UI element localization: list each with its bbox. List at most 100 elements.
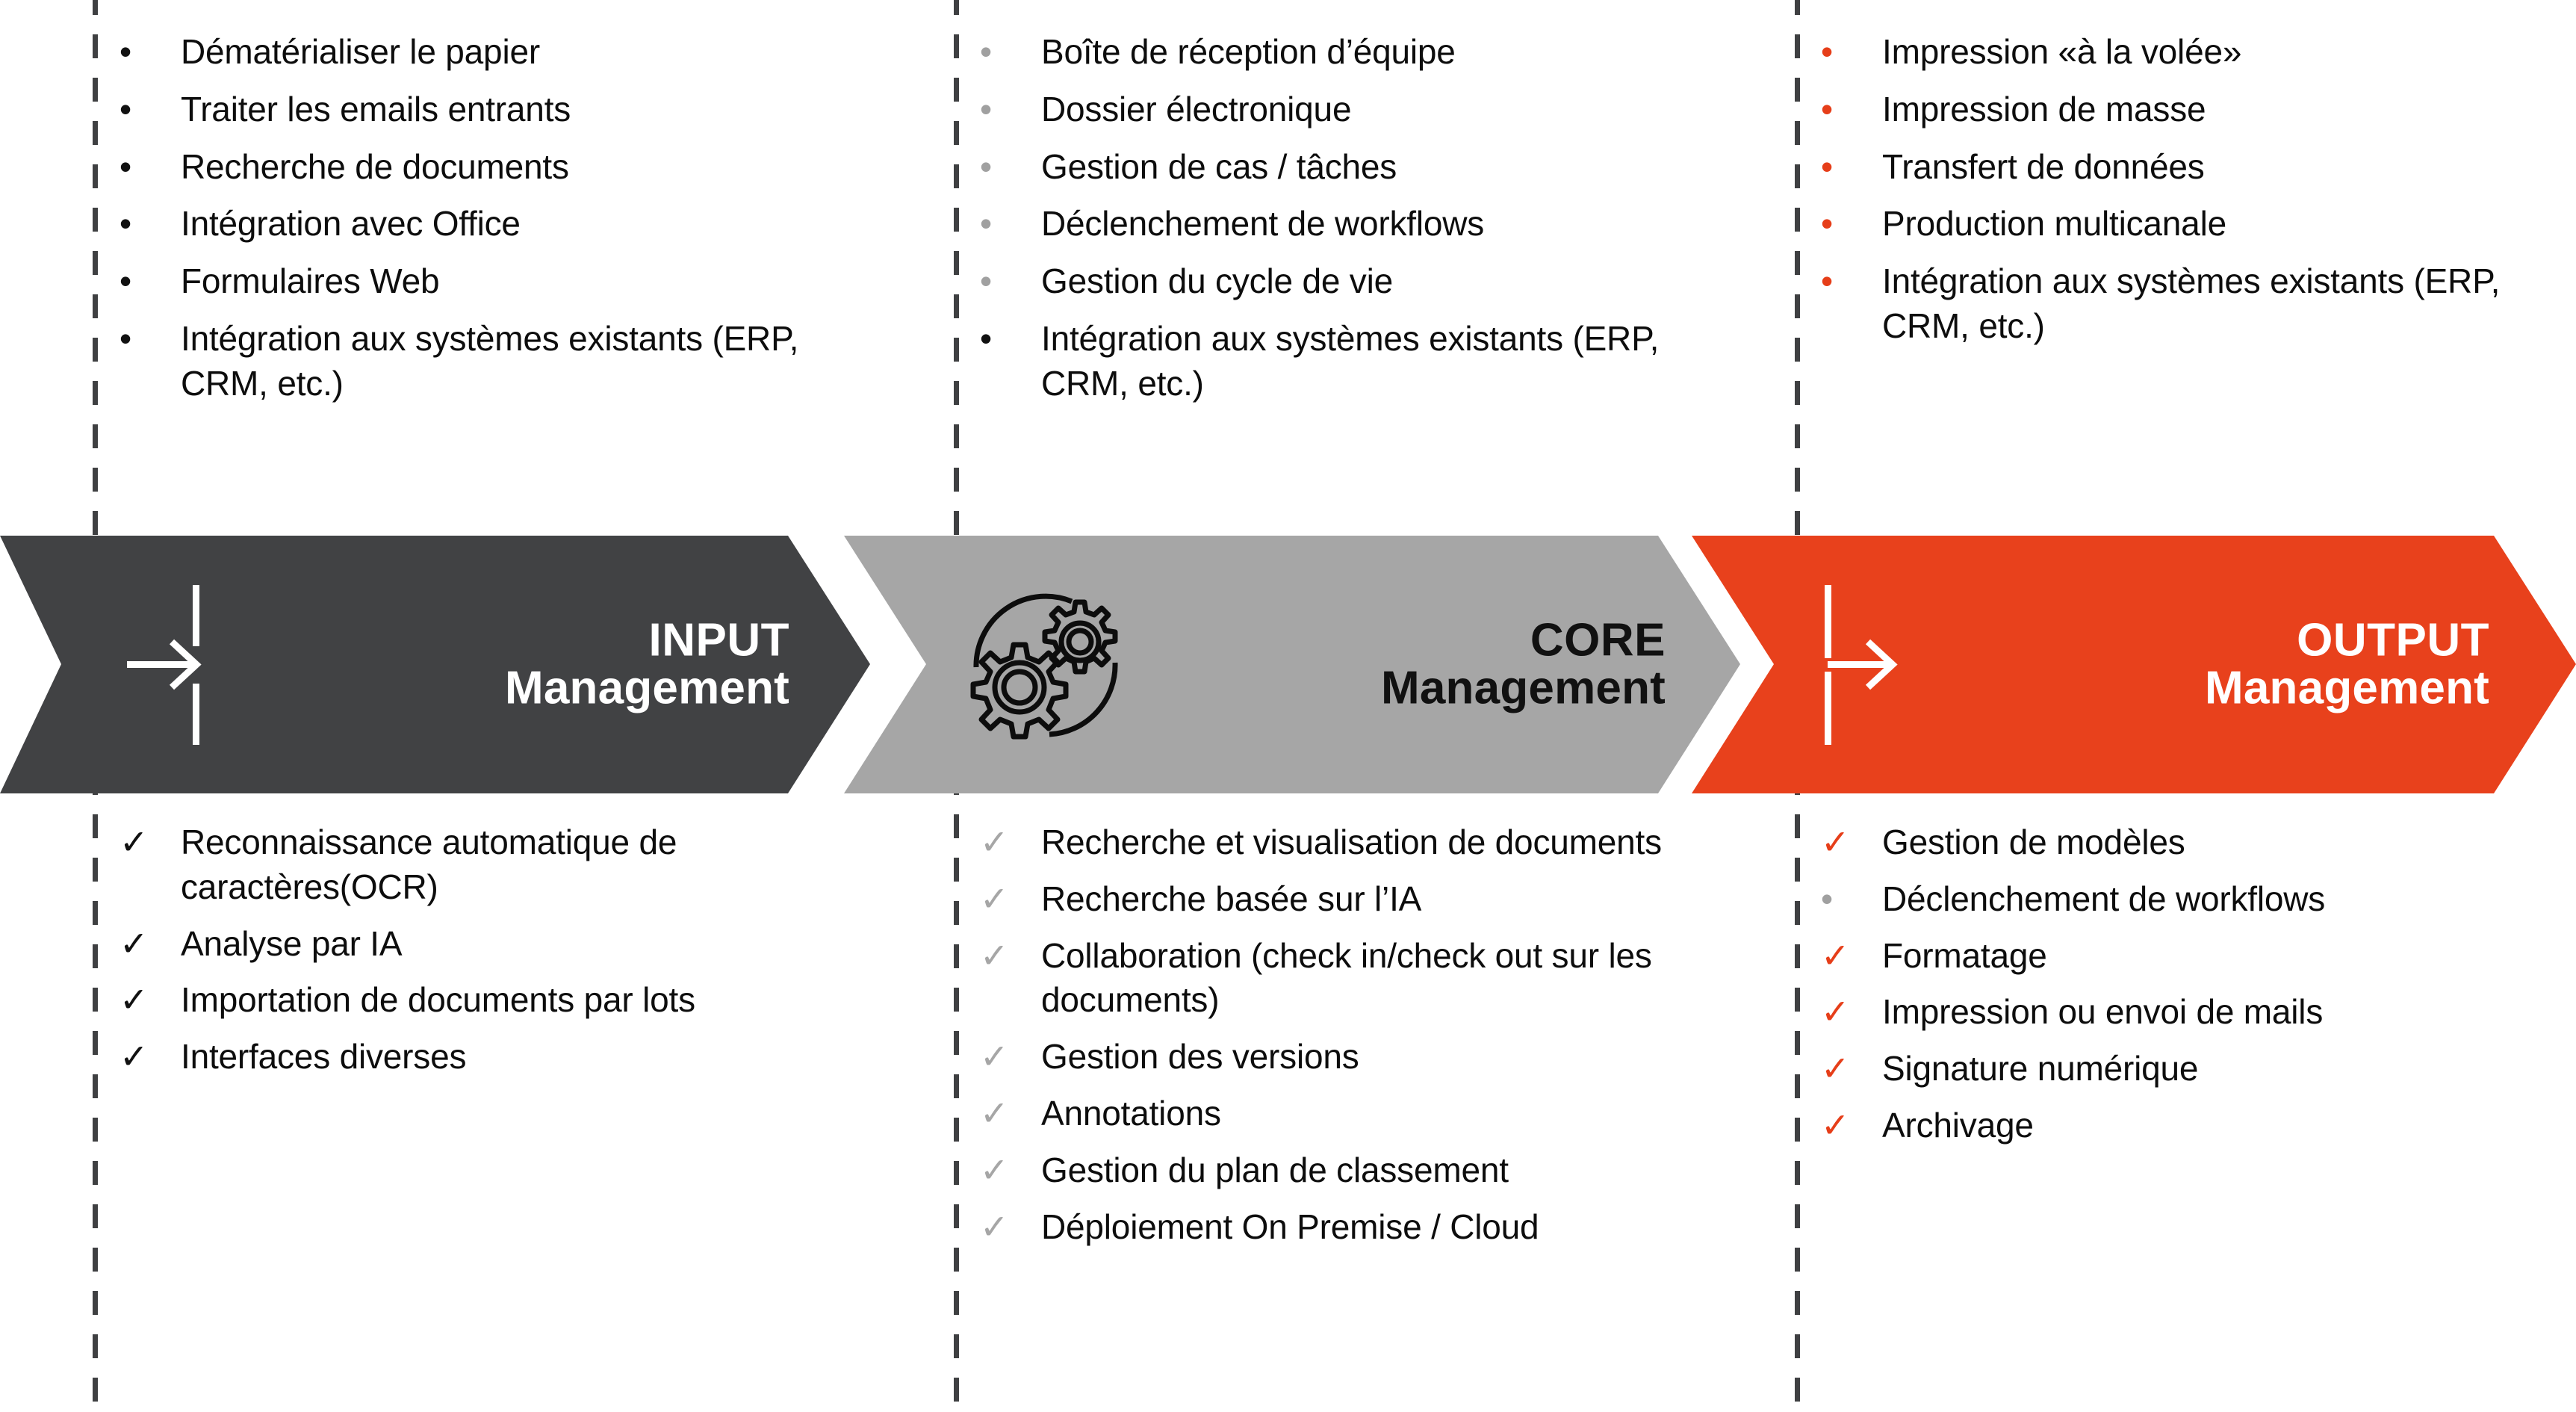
- stage-label-line1: CORE: [1530, 614, 1666, 666]
- list-item-label: Formatage: [1882, 935, 2047, 975]
- list-item-label: Gestion de cas / tâches: [1041, 146, 1397, 186]
- input-capabilities-column: ✓ Reconnaissance automatique de caractère…: [120, 820, 874, 1091]
- list-item-label: Impression de masse: [1882, 89, 2206, 128]
- list-item: • Impression de masse: [1821, 87, 2568, 132]
- check-icon: ✓: [120, 1037, 149, 1077]
- bullet-icon: •: [1821, 89, 1833, 128]
- bullet-icon: •: [1821, 879, 1833, 918]
- check-icon: ✓: [120, 980, 149, 1020]
- list-item: • Recherche de documents: [120, 145, 866, 190]
- list-item-label: Interfaces diverses: [181, 1037, 467, 1077]
- output-inputs-column: • Impression «à la volée» • Impression de m…: [1821, 30, 2568, 362]
- process-chevron-band: INPUT Management CORE Management OUTPUT …: [0, 536, 2576, 793]
- stage-chevron-core[interactable]: CORE Management: [844, 536, 1740, 793]
- list-item: • Dématérialiser le papier: [120, 30, 866, 75]
- list-item: ✓ Importation de documents par lots: [120, 978, 874, 1023]
- stage-chevron-input[interactable]: INPUT Management: [0, 536, 870, 793]
- list-item: ✓ Analyse par IA: [120, 922, 874, 967]
- check-icon: ✓: [1821, 1105, 1850, 1145]
- bullet-icon: •: [1821, 146, 1833, 186]
- stage-label-output: OUTPUT Management: [2205, 616, 2489, 713]
- list-item: • Production multicanale: [1821, 202, 2568, 247]
- list-item: ✓ Recherche basée sur l’IA: [980, 877, 1734, 922]
- list-item-label: Recherche basée sur l’IA: [1041, 879, 1422, 918]
- stage-label-core: CORE Management: [1381, 616, 1666, 713]
- bullet-icon: •: [980, 261, 992, 301]
- list-item: • Gestion du cycle de vie: [980, 259, 1727, 304]
- list-item: ✓ Gestion de modèles: [1821, 820, 2575, 865]
- bullet-icon: •: [120, 318, 131, 358]
- check-icon: ✓: [980, 935, 1009, 975]
- list-item: ✓ Interfaces diverses: [120, 1035, 874, 1080]
- list-item-label: Intégration aux systèmes existants (ERP,…: [1882, 261, 2501, 345]
- list-item: • Transfert de données: [1821, 145, 2568, 190]
- core-inputs-list: • Boîte de réception d’équipe • Dossier éle…: [980, 30, 1727, 406]
- arrow-in-icon: [120, 579, 217, 751]
- list-item-label: Gestion du plan de classement: [1041, 1150, 1509, 1189]
- bullet-icon: •: [1821, 261, 1833, 301]
- check-icon: ✓: [980, 1037, 1009, 1077]
- output-capabilities-list: ✓ Gestion de modèles • Déclenchement de wor…: [1821, 820, 2575, 1148]
- list-item: • Intégration aux systèmes existants (ERP…: [1821, 259, 2568, 349]
- list-item: • Gestion de cas / tâches: [980, 145, 1727, 190]
- stage-label-line1: INPUT: [648, 614, 789, 666]
- check-icon: ✓: [120, 923, 149, 963]
- list-item-label: Boîte de réception d’équipe: [1041, 32, 1456, 71]
- arrow-out-icon: [1811, 579, 1908, 751]
- stage-label-line2: Management: [1381, 662, 1666, 714]
- list-item: • Dossier électronique: [980, 87, 1727, 132]
- list-item-label: Annotations: [1041, 1093, 1221, 1133]
- stage-label-line2: Management: [505, 662, 789, 714]
- stage-label-line2: Management: [2205, 662, 2489, 714]
- list-item: ✓ Annotations: [980, 1091, 1734, 1136]
- list-item-label: Traiter les emails entrants: [181, 89, 571, 128]
- check-icon: ✓: [980, 1150, 1009, 1189]
- list-item: ✓ Archivage: [1821, 1103, 2575, 1148]
- list-item: ✓ Déploiement On Premise / Cloud: [980, 1205, 1734, 1250]
- list-item: ✓ Gestion des versions: [980, 1035, 1734, 1080]
- bullet-icon: •: [120, 261, 131, 301]
- list-item-label: Production multicanale: [1882, 204, 2226, 244]
- check-icon: ✓: [980, 1093, 1009, 1133]
- list-item-label: Dossier électronique: [1041, 89, 1352, 128]
- bullet-icon: •: [1821, 204, 1833, 244]
- list-item: • Déclenchement de workflows: [980, 202, 1727, 247]
- stage-chevron-output[interactable]: OUTPUT Management: [1692, 536, 2576, 793]
- bullet-icon: •: [1821, 32, 1833, 71]
- input-inputs-list: • Dématérialiser le papier • Traiter les em…: [120, 30, 866, 406]
- check-icon: ✓: [1821, 823, 1850, 861]
- list-item-label: Intégration aux systèmes existants (ERP,…: [181, 318, 799, 403]
- list-item: ✓ Impression ou envoi de mails: [1821, 990, 2575, 1035]
- list-item: • Intégration aux systèmes existants (ERP…: [980, 317, 1727, 406]
- list-item: • Formulaires Web: [120, 259, 866, 304]
- list-item: ✓ Reconnaissance automatique de caractère…: [120, 820, 874, 910]
- check-icon: ✓: [1821, 1049, 1850, 1089]
- output-capabilities-column: ✓ Gestion de modèles • Déclenchement de wor…: [1821, 820, 2575, 1160]
- list-item-label: Gestion du cycle de vie: [1041, 261, 1393, 301]
- list-item: ✓ Formatage: [1821, 934, 2575, 979]
- check-icon: ✓: [980, 823, 1009, 861]
- list-item-label: Déclenchement de workflows: [1882, 879, 2326, 918]
- bullet-icon: •: [980, 89, 992, 128]
- list-item-label: Reconnaissance automatique de caractères…: [181, 823, 677, 906]
- check-icon: ✓: [980, 879, 1009, 918]
- list-item: ✓ Gestion du plan de classement: [980, 1148, 1734, 1193]
- bullet-icon: •: [120, 146, 131, 186]
- list-item-label: Recherche de documents: [181, 146, 569, 186]
- list-item: • Intégration avec Office: [120, 202, 866, 247]
- list-item-label: Impression «à la volée»: [1882, 32, 2242, 71]
- list-item: ✓ Recherche et visualisation de documents: [980, 820, 1734, 865]
- core-capabilities-list: ✓ Recherche et visualisation de documents…: [980, 820, 1734, 1249]
- core-capabilities-column: ✓ Recherche et visualisation de documents…: [980, 820, 1734, 1261]
- core-inputs-column: • Boîte de réception d’équipe • Dossier éle…: [980, 30, 1727, 419]
- list-item-label: Collaboration (check in/check out sur le…: [1041, 935, 1652, 1020]
- list-item-label: Gestion de modèles: [1882, 823, 2185, 861]
- list-item-label: Déploiement On Premise / Cloud: [1041, 1207, 1539, 1246]
- list-item: • Intégration aux systèmes existants (ERP…: [120, 317, 866, 406]
- list-item-label: Gestion des versions: [1041, 1037, 1359, 1077]
- check-icon: ✓: [120, 823, 149, 861]
- list-item-label: Formulaires Web: [181, 261, 440, 301]
- check-icon: ✓: [1821, 992, 1850, 1032]
- input-capabilities-list: ✓ Reconnaissance automatique de caractère…: [120, 820, 874, 1080]
- check-icon: ✓: [980, 1207, 1009, 1246]
